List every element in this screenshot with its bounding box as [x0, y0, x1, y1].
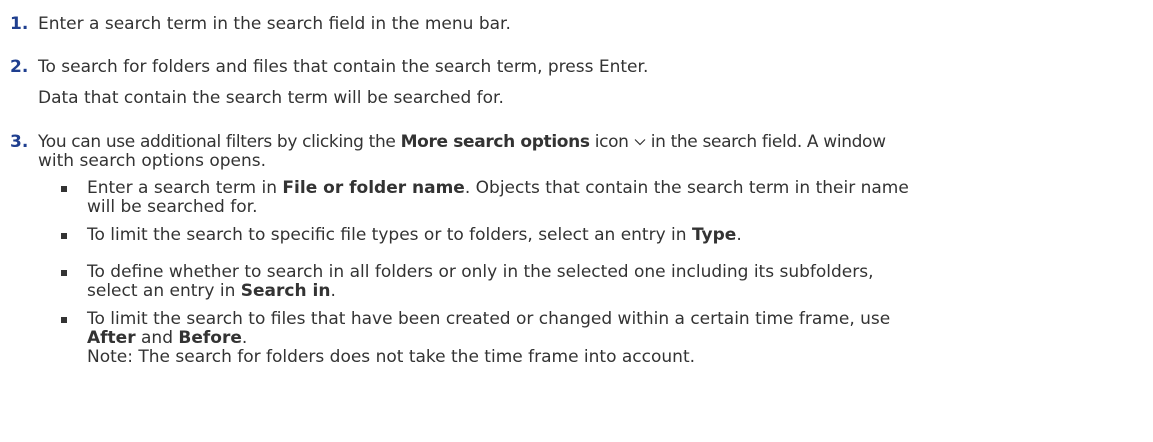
bullet-item-3-continued: select an entry in Search in.	[87, 281, 336, 301]
step-number: 2.	[10, 57, 29, 77]
step-text: Enter a search term in the search field …	[38, 14, 511, 34]
ui-term: After	[87, 328, 136, 348]
step-result: Data that contain the search term will b…	[38, 88, 504, 108]
bullet-marker	[61, 233, 67, 239]
step-number: 3.	[10, 132, 29, 152]
bullet-item-1-continued: will be searched for.	[87, 197, 258, 217]
ui-term: More search options	[400, 132, 590, 152]
step-text: To search for folders and files that con…	[38, 57, 649, 77]
bullet-marker	[61, 186, 67, 192]
step-number: 1.	[10, 14, 29, 34]
ui-term: Before	[178, 328, 242, 348]
ui-term: Search in	[240, 281, 331, 301]
step-text-continued: with search options opens.	[38, 151, 267, 171]
bullet-note: Note: The search for folders does not ta…	[87, 347, 696, 367]
ui-term: File or folder name	[282, 178, 465, 198]
bullet-item-2: To limit the search to specific file typ…	[87, 225, 742, 245]
instruction-document: 1. Enter a search term in the search fie…	[0, 0, 1153, 442]
bullet-marker	[61, 270, 67, 276]
chevron-down-icon	[634, 139, 646, 146]
bullet-marker	[61, 317, 67, 323]
ui-term: Type	[691, 225, 737, 245]
